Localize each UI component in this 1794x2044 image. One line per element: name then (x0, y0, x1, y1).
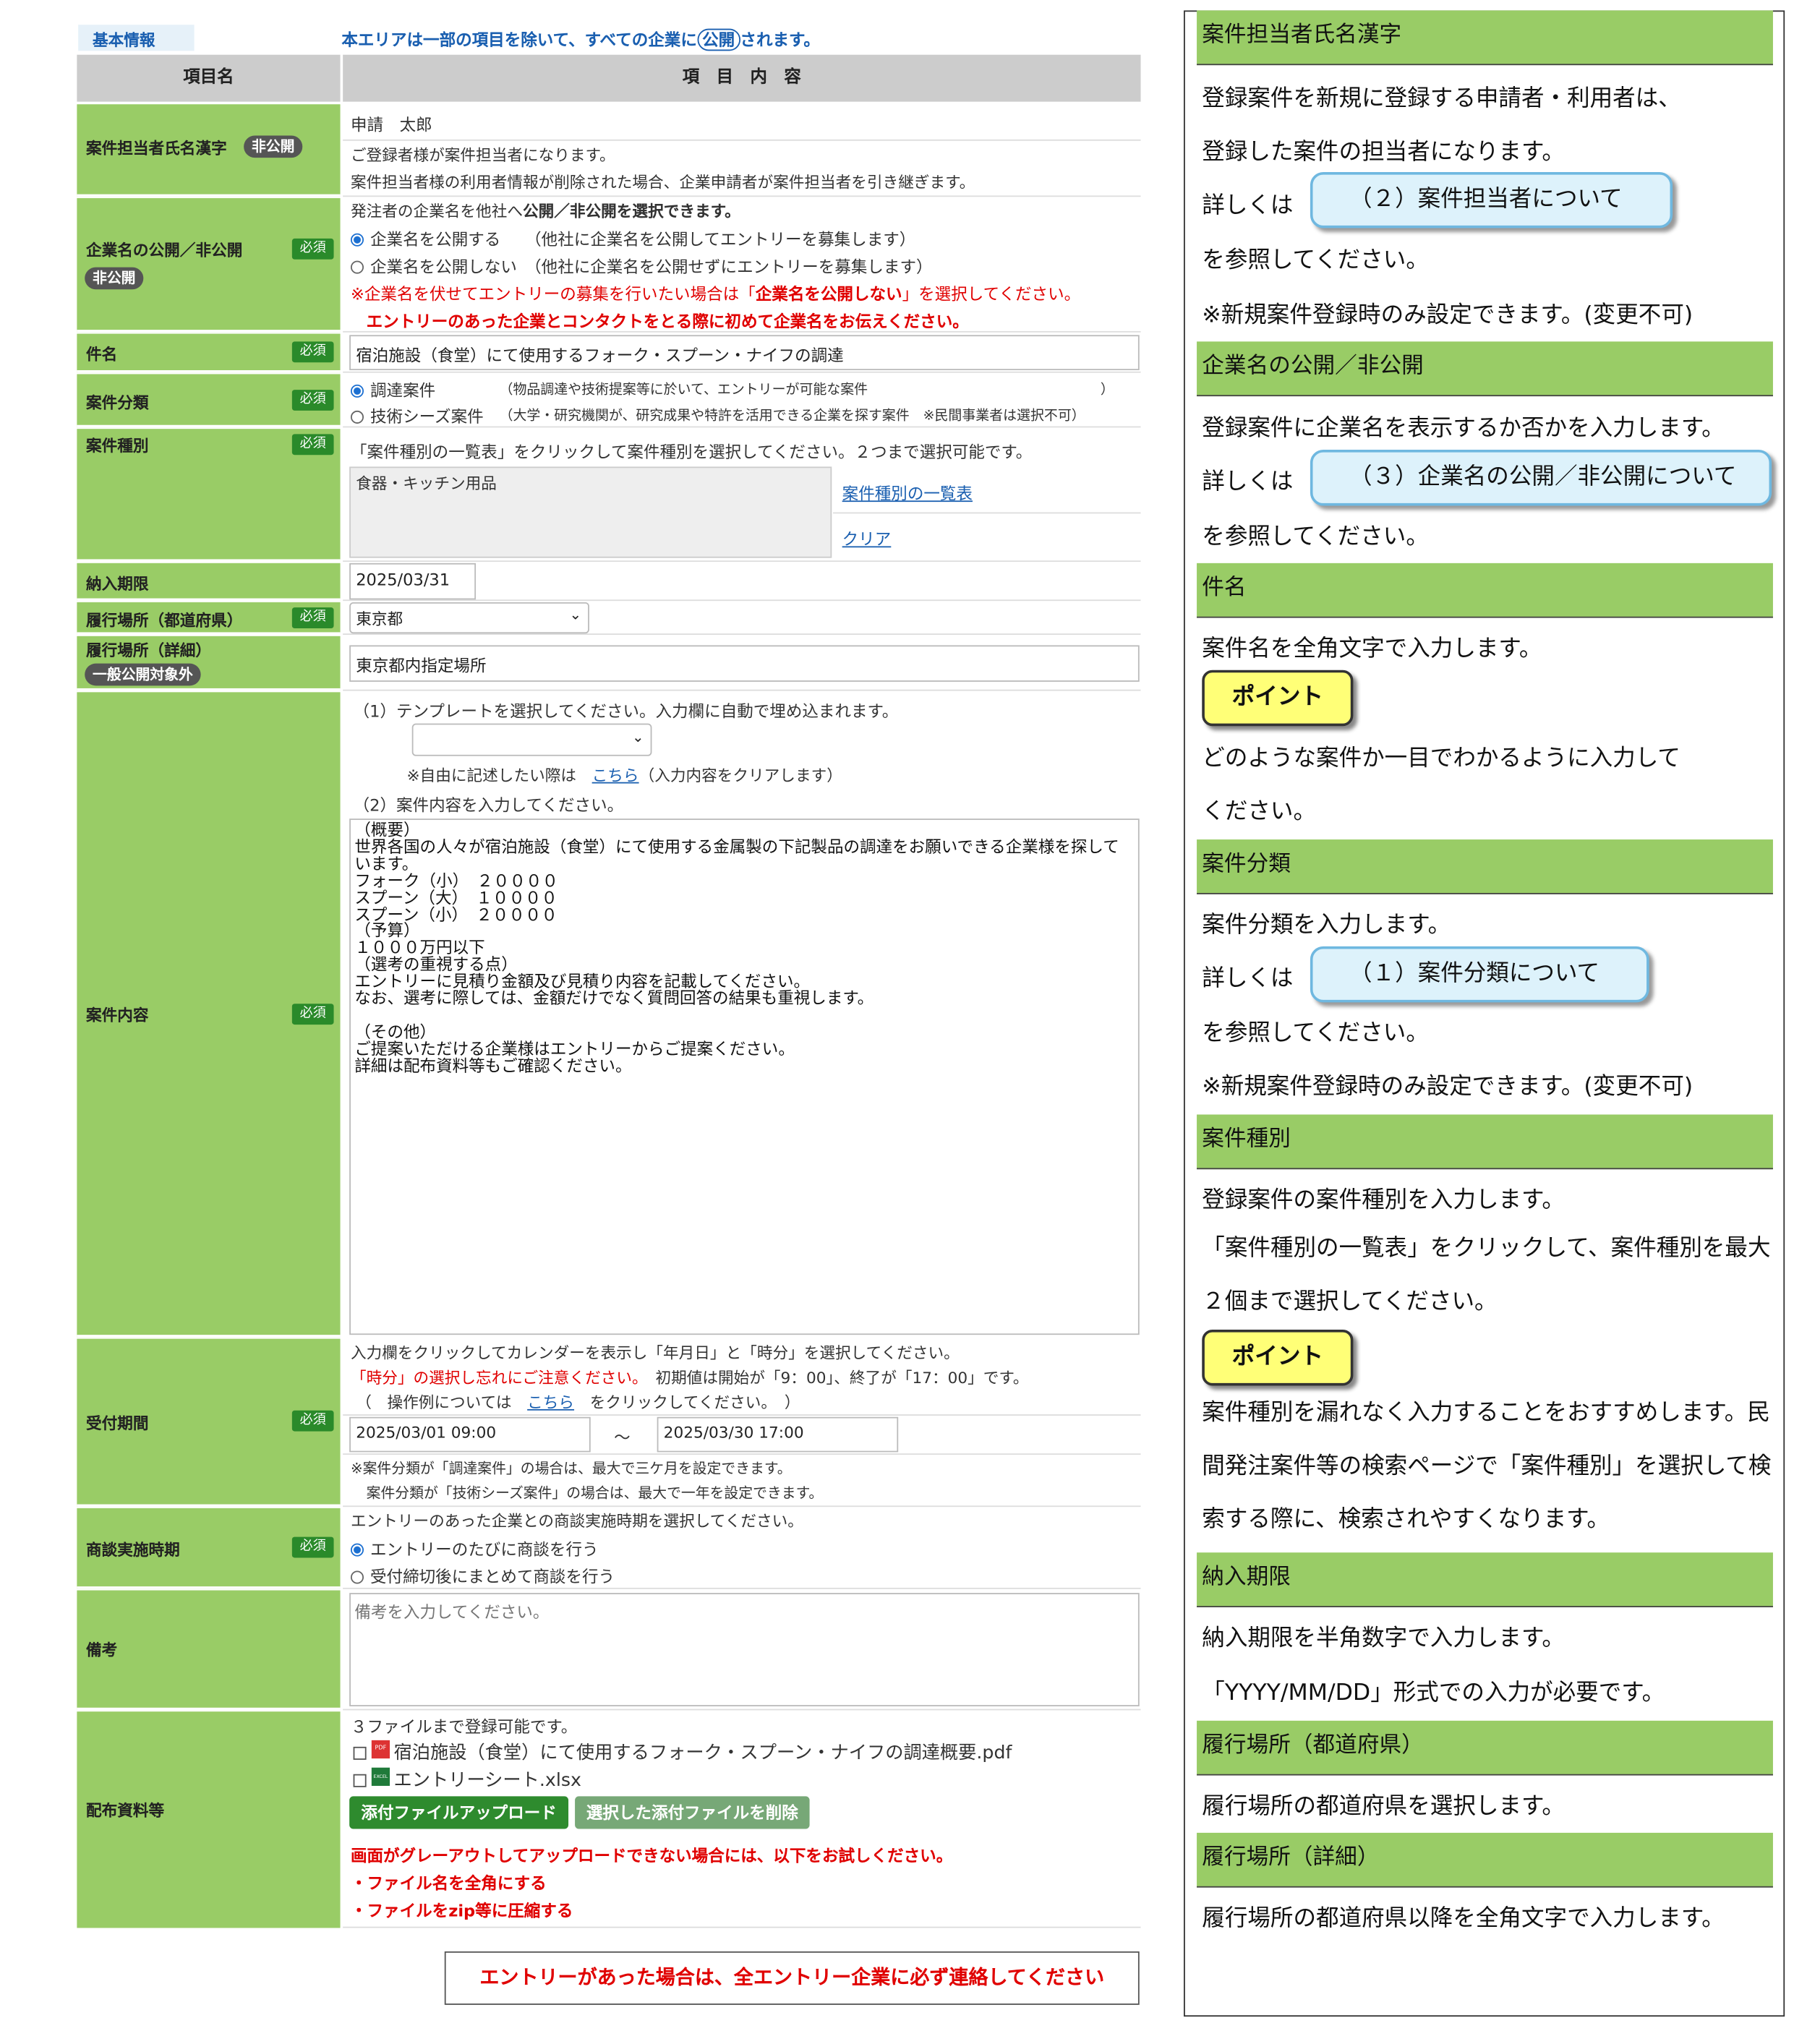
radio-company-private[interactable]: 企業名を公開しない （他社に企業名を公開せずにエントリーを募集します） (350, 253, 933, 278)
not-public-badge: 一般公開対象外 (85, 663, 201, 686)
label-files: 配布資料等 (77, 1711, 341, 1928)
header-item-name: 項目名 (77, 54, 341, 102)
category-cell: 調達案件 （物品調達や技術提案等に於いて、エントリーが可能な案件 ） 技術シーズ… (343, 374, 1141, 428)
basic-info-tab: 基本情報 (78, 25, 195, 51)
radio-company-public[interactable]: 企業名を公開する （他社に企業名を公開してエントリーを募集します） (350, 226, 915, 250)
label-company: 企業名の公開／非公開 必須 非公開 (77, 198, 341, 333)
deadline-input[interactable]: 2025/03/31 (349, 563, 477, 600)
label-content: 案件内容 必須 (77, 692, 341, 1338)
label-category: 案件分類 必須 (77, 374, 341, 428)
example-link[interactable]: こちら (527, 1393, 574, 1411)
person-cell: 申請 太郎 ご登録者様が案件担当者になります。 案件担当者様の利用者情報が削除さ… (343, 104, 1141, 197)
label-meeting: 商談実施時期 必須 (77, 1508, 341, 1589)
template-select[interactable]: ⌄ (411, 723, 652, 756)
public-notice: 本エリアは一部の項目を除いて、すべての企業に 公開 されます。 (341, 28, 820, 51)
chevron-down-icon: ⌄ (569, 606, 582, 623)
period-cell: 入力欄をクリックしてカレンダーを表示し「年月日」と「時分」を選択してください。 … (343, 1338, 1141, 1508)
entry-contact-notice: エントリーがあった場合は、全エントリー企業に必ず連絡してください (444, 1951, 1140, 2005)
help-heading-title: 件名 (1197, 563, 1773, 618)
upload-button[interactable]: 添付ファイルアップロード (349, 1796, 569, 1829)
help-heading-person: 案件担当者氏名漢字 (1197, 10, 1773, 66)
delete-file-button[interactable]: 選択した添付ファイルを削除 (575, 1796, 810, 1829)
content-textarea[interactable]: （概要） 世界各国の人々が宿泊施設（食堂）にて使用する金属製の下記製品の調達をお… (349, 818, 1140, 1335)
label-type: 案件種別 必須 (77, 429, 341, 563)
label-person: 案件担当者氏名漢字 非公開 (77, 104, 341, 197)
radio-meeting-each[interactable]: エントリーのたびに商談を行う (350, 1536, 599, 1560)
label-period: 受付期間 必須 (77, 1338, 341, 1508)
help-heading-company: 企業名の公開／非公開 (1197, 341, 1773, 397)
free-text-link[interactable]: こちら (592, 766, 639, 784)
radio-category-procurement[interactable]: 調達案件 (350, 377, 435, 401)
person-value: 申請 太郎 (350, 114, 432, 134)
excel-icon: EXCEL (371, 1767, 390, 1786)
chevron-down-icon: ⌄ (632, 728, 644, 746)
file-item-pdf[interactable]: PDF 宿泊施設（食堂）にて使用するフォーク・スプーン・ナイフの調達概要.pdf (353, 1739, 1012, 1765)
label-pref: 履行場所（都道府県） 必須 (77, 602, 341, 636)
type-cell: 「案件種別の一覧表」をクリックして案件種別を選択してください。２つまで選択可能で… (343, 429, 1141, 563)
help-heading-place: 履行場所（詳細） (1197, 1832, 1773, 1888)
pref-select[interactable]: 東京都 ⌄ (349, 602, 589, 634)
label-deadline: 納入期限 (77, 563, 341, 602)
point-badge: ポイント (1202, 1329, 1354, 1386)
pdf-icon: PDF (371, 1740, 390, 1759)
radio-category-seeds[interactable]: 技術シーズ案件 (350, 403, 484, 427)
radio-meeting-after[interactable]: 受付締切後にまとめて商談を行う (350, 1563, 615, 1588)
ref-button-person[interactable]: （２）案件担当者について (1310, 171, 1673, 228)
meeting-cell: エントリーのあった企業との商談実施時期を選択してください。 エントリーのたびに商… (343, 1508, 1141, 1589)
private-badge: 非公開 (244, 135, 303, 158)
help-heading-category: 案件分類 (1197, 839, 1773, 894)
type-selected-box: 食器・キッチン用品 (349, 466, 832, 558)
label-remarks: 備考 (77, 1590, 341, 1711)
private-badge: 非公開 (85, 267, 144, 290)
help-heading-pref: 履行場所（都道府県） (1197, 1720, 1773, 1776)
label-title: 件名 必須 (77, 333, 341, 373)
file-item-xlsx[interactable]: EXCEL エントリーシート.xlsx (353, 1766, 581, 1792)
ref-button-category[interactable]: （１）案件分類について (1310, 946, 1649, 1003)
label-place: 履行場所（詳細） 一般公開対象外 (77, 636, 341, 691)
public-badge: 公開 (696, 28, 740, 51)
point-badge: ポイント (1202, 670, 1354, 727)
header-item-content: 項 目 内 容 (343, 54, 1141, 102)
title-input[interactable]: 宿泊施設（食堂）にて使用するフォーク・スプーン・ナイフの調達 (349, 335, 1140, 371)
place-input[interactable]: 東京都内指定場所 (349, 645, 1140, 682)
company-cell: 発注者の企業名を他社へ公開／非公開を選択できます。 企業名を公開する （他社に企… (343, 198, 1141, 333)
type-clear-link[interactable]: クリア (842, 526, 892, 550)
help-heading-deadline: 納入期限 (1197, 1552, 1773, 1607)
type-list-link[interactable]: 案件種別の一覧表 (842, 479, 973, 504)
remarks-textarea[interactable] (349, 1593, 1140, 1706)
end-datetime-input[interactable]: 2025/03/30 17:00 (657, 1416, 899, 1453)
ref-button-company[interactable]: （３）企業名の公開／非公開について (1310, 450, 1772, 506)
start-datetime-input[interactable]: 2025/03/01 09:00 (349, 1416, 591, 1453)
help-heading-type: 案件種別 (1197, 1114, 1773, 1170)
files-cell: ３ファイルまで登録可能です。 PDF 宿泊施設（食堂）にて使用するフォーク・スプー… (343, 1711, 1141, 1928)
